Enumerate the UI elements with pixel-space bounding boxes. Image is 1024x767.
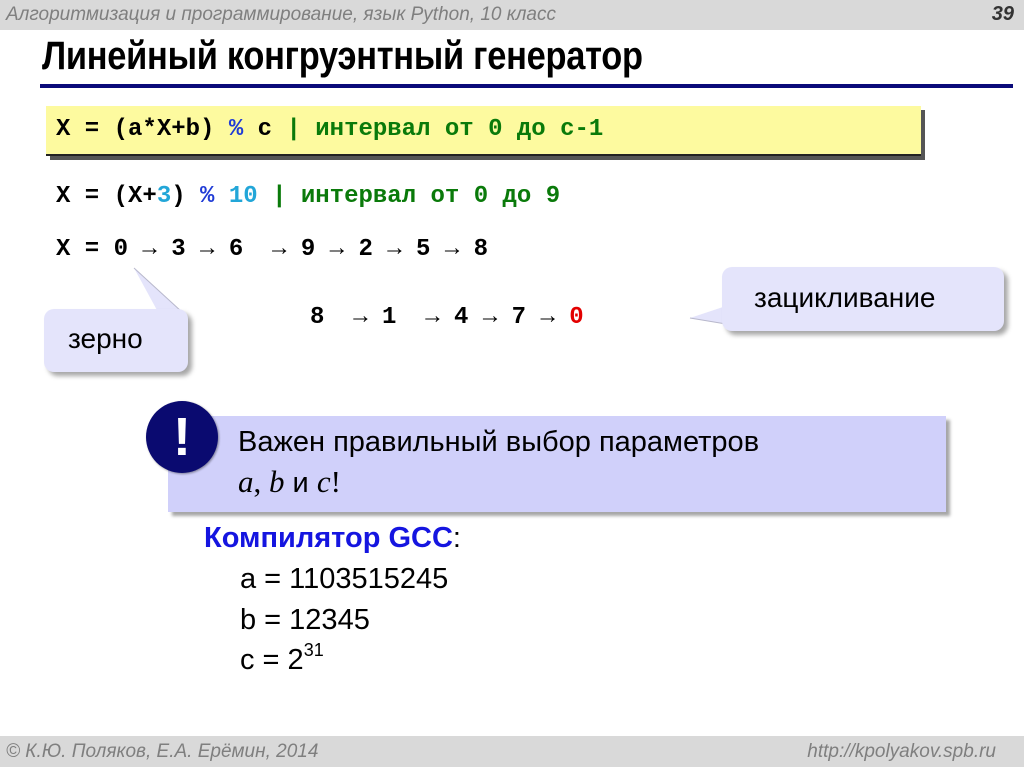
gcc-param-a: a = 1103515245 [240,563,449,595]
param-b: b [269,464,285,499]
exclamation: ! [330,464,341,499]
example-modulus: 10 [228,183,258,210]
example-space [214,183,228,210]
sequence-row-1: X = 0 → 3 → 6 → 9 → 2 → 5 → 8 [56,236,489,263]
example-mid: ) [171,183,201,210]
course-title: Алгоритмизация и программирование, язык … [6,4,556,25]
example-formula: X = (X+3) % 10 | интервал от 0 до 9 [56,183,560,210]
formula-box: X = (a*X+b) % c | интервал от 0 до c-1 [46,106,921,156]
comma: , [253,464,269,499]
slide-number: 39 [991,3,1014,25]
gcc-param-c: c = 231 [240,640,324,677]
gcc-param-b: b = 12345 [240,604,370,636]
note-params: a, b и c! [238,464,341,500]
gcc-heading: Компилятор GCC: [204,522,461,555]
gcc-title: Компилятор GCC [204,522,453,554]
sequence-row-2: 8 → 1 → 4 → 7 → 0 [310,304,584,331]
cycle-callout-text: зацикливание [754,282,936,313]
seed-callout-text: зерно [68,323,143,354]
example-increment: 3 [156,183,172,210]
footer-site-link[interactable]: http://kpolyakov.spb.ru [807,741,996,763]
param-a: a [238,464,254,499]
gcc-c-base: c = 2 [240,644,304,676]
gcc-colon: : [452,522,461,554]
cycle-callout: зацикливание [722,267,1004,331]
example-prefix: X = (X+ [56,183,157,210]
formula-comment: | интервал от 0 до c-1 [286,116,604,143]
formula-rhs: c [243,116,287,143]
seed-callout: зерно [44,309,188,372]
exclamation-icon: ! [146,401,218,473]
title-underline [40,84,1013,88]
param-c: c [316,464,331,499]
formula-lhs: X = (a*X+b) [56,116,229,143]
footer-bar: © К.Ю. Поляков, Е.А. Ерёмин, 2014 http:/… [0,736,1024,767]
slide-title: Линейный конгруэнтный генератор [42,34,643,78]
footer-authors: © К.Ю. Поляков, Е.А. Ерёмин, 2014 [6,741,319,762]
conjunction: и [284,467,317,499]
gcc-c-exponent: 31 [303,640,324,660]
note-box: Важен правильный выбор параметров a, b и… [168,416,946,512]
note-text: Важен правильный выбор параметров [238,426,760,458]
formula-mod-operator: % [228,116,244,143]
sequence-repeat-value: 0 [569,304,584,331]
header-bar: Алгоритмизация и программирование, язык … [0,0,1024,30]
example-mod-operator: % [200,183,215,210]
general-formula: X = (a*X+b) % c | интервал от 0 до c-1 [56,116,603,143]
sequence-row-2-values: 8 → 1 → 4 → 7 → [310,304,570,331]
example-comment: | интервал от 0 до 9 [257,183,561,210]
